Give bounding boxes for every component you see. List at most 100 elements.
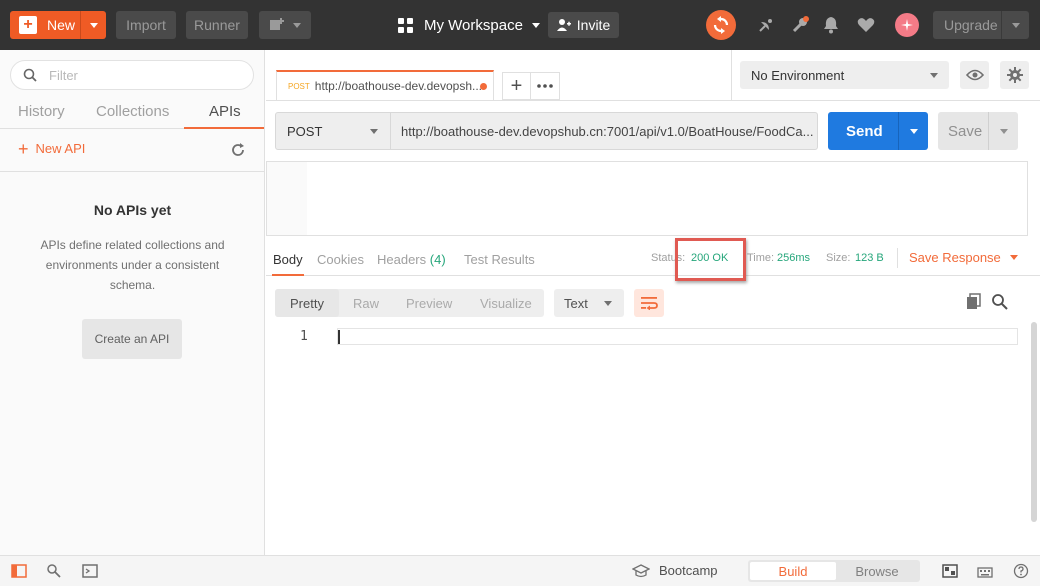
- url-input[interactable]: http://boathouse-dev.devopshub.cn:7001/a…: [390, 112, 818, 150]
- tab-history[interactable]: History: [18, 103, 65, 120]
- upgrade-label: Upgrade: [944, 17, 998, 33]
- chevron-down-icon: [370, 128, 378, 134]
- satellite-icon: [759, 19, 772, 32]
- tab-options-button[interactable]: [531, 72, 560, 100]
- method-select[interactable]: POST: [275, 112, 391, 150]
- send-button[interactable]: Send: [828, 112, 928, 150]
- chevron-down-icon: [604, 300, 612, 306]
- invite-button[interactable]: Invite: [548, 12, 619, 38]
- grid-icon: [398, 17, 413, 33]
- tab-test-results[interactable]: Test Results: [464, 252, 535, 267]
- tab-headers[interactable]: Headers (4): [377, 252, 446, 267]
- new-button-label: New: [47, 17, 76, 33]
- empty-state-description: APIs define related collections and envi…: [40, 238, 225, 292]
- divider: [0, 171, 265, 172]
- upgrade-button[interactable]: Upgrade: [933, 11, 1029, 39]
- request-tab[interactable]: POST http://boathouse-dev.devopsh...: [276, 70, 494, 100]
- method-label: POST: [287, 123, 323, 139]
- request-tab-url: http://boathouse-dev.devopsh...: [314, 79, 483, 93]
- plus-icon: +: [510, 74, 523, 97]
- more-icon: [537, 84, 553, 88]
- chevron-down-icon: [293, 22, 301, 28]
- chevron-down-icon: [1011, 22, 1020, 28]
- sidebar-tabs: History Collections APIs: [0, 95, 265, 129]
- notifications-button[interactable]: [820, 14, 842, 36]
- sync-button[interactable]: [706, 10, 736, 40]
- two-pane-view-icon[interactable]: [942, 563, 958, 579]
- status-highlight-box: [675, 238, 746, 281]
- favorites-button[interactable]: [855, 14, 877, 36]
- workspace-selector[interactable]: My Workspace: [398, 13, 540, 37]
- environment-label: No Environment: [751, 67, 845, 83]
- save-button[interactable]: Save: [938, 112, 1018, 150]
- manage-environments-button[interactable]: [1000, 61, 1029, 89]
- browse-mode-button[interactable]: Browse: [836, 562, 918, 580]
- avatar[interactable]: [895, 13, 919, 37]
- chevron-down-icon: [89, 22, 98, 28]
- wrench-icon: [792, 16, 809, 33]
- time-value[interactable]: 256ms: [777, 252, 810, 264]
- save-dropdown-toggle[interactable]: [988, 112, 1018, 150]
- line-number: 1: [300, 329, 308, 344]
- wrap-lines-button[interactable]: [634, 289, 664, 317]
- wrap-icon: [641, 297, 658, 310]
- send-dropdown-toggle[interactable]: [898, 112, 928, 150]
- settings-wrench-button[interactable]: [789, 14, 811, 36]
- view-visualize[interactable]: Visualize: [480, 296, 532, 311]
- create-api-button[interactable]: Create an API: [82, 319, 182, 359]
- search-icon[interactable]: [991, 293, 1009, 311]
- filter-input[interactable]: Filter: [10, 60, 254, 90]
- new-api-button[interactable]: + New API: [18, 140, 85, 158]
- bootcamp-button[interactable]: Bootcamp: [632, 563, 718, 578]
- add-tab-button[interactable]: +: [502, 72, 531, 100]
- heart-icon: [857, 18, 875, 32]
- chevron-down-icon: [999, 128, 1008, 134]
- refresh-icon[interactable]: [230, 142, 246, 158]
- send-label: Send: [846, 122, 883, 140]
- scrollbar[interactable]: [1031, 322, 1037, 522]
- response-editor-line[interactable]: [337, 328, 1018, 345]
- eye-icon: [965, 69, 984, 81]
- runner-button[interactable]: Runner: [186, 11, 248, 39]
- save-response-label: Save Response: [909, 250, 1001, 265]
- top-bar: + New Import Runner My Workspace Invite …: [0, 0, 1040, 50]
- new-window-button[interactable]: [259, 11, 311, 39]
- active-tab-indicator: [272, 274, 304, 276]
- request-editor[interactable]: [266, 161, 1028, 236]
- environment-select[interactable]: No Environment: [740, 61, 949, 89]
- tab-apis[interactable]: APIs: [209, 103, 241, 120]
- request-tab-method: POST: [288, 81, 310, 91]
- sidebar: Filter History Collections APIs + New AP…: [0, 50, 265, 555]
- view-raw[interactable]: Raw: [353, 296, 379, 311]
- build-mode-button[interactable]: Build: [750, 562, 836, 580]
- format-label: Text: [564, 295, 588, 311]
- chevron-down-icon: [531, 22, 540, 28]
- save-response-button[interactable]: Save Response: [909, 250, 1018, 265]
- bootcamp-label: Bootcamp: [659, 563, 718, 578]
- active-tab-indicator: [184, 127, 264, 129]
- tab-cookies[interactable]: Cookies: [317, 252, 364, 267]
- new-dropdown-toggle[interactable]: [80, 11, 106, 39]
- empty-state-title: No APIs yet: [93, 202, 172, 218]
- view-pretty[interactable]: Pretty: [290, 296, 324, 311]
- tab-body[interactable]: Body: [273, 252, 303, 267]
- upgrade-dropdown-toggle[interactable]: [1001, 11, 1029, 39]
- invite-label: Invite: [576, 17, 611, 33]
- new-button[interactable]: + New: [10, 11, 106, 39]
- find-icon[interactable]: [46, 563, 62, 579]
- satellite-button[interactable]: [755, 14, 777, 36]
- view-preview[interactable]: Preview: [406, 296, 452, 311]
- keyboard-shortcuts-icon[interactable]: [977, 563, 993, 579]
- environment-quick-look-button[interactable]: [960, 61, 989, 89]
- console-icon[interactable]: [82, 563, 98, 579]
- size-value[interactable]: 123 B: [855, 252, 884, 264]
- copy-icon[interactable]: [965, 293, 983, 311]
- bell-icon: [824, 17, 838, 34]
- format-select[interactable]: Text: [554, 289, 624, 317]
- help-icon[interactable]: [1013, 563, 1029, 579]
- gear-icon: [1006, 67, 1023, 83]
- sidebar-toggle-icon[interactable]: [11, 563, 27, 579]
- import-button[interactable]: Import: [116, 11, 176, 39]
- chevron-down-icon: [909, 128, 918, 134]
- tab-collections[interactable]: Collections: [96, 103, 169, 120]
